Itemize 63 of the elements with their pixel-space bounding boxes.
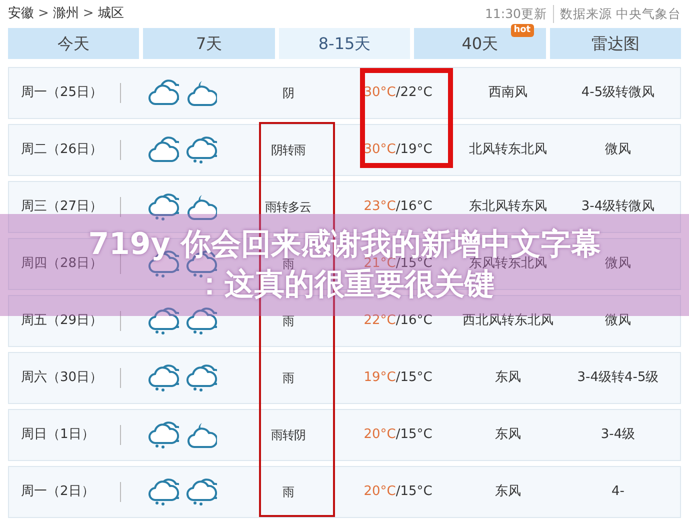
weather-condition: 阴转雨 <box>270 142 306 159</box>
update-time: 11:30更新 <box>484 4 548 23</box>
moon-cloud-icon <box>185 79 217 107</box>
clouds-icon <box>147 79 179 107</box>
rain-cloud-icon <box>185 478 217 506</box>
temperature: 30°C/19°C <box>362 141 434 160</box>
weather-condition: 阴 <box>281 85 295 102</box>
wind-level: 微风 <box>604 312 632 330</box>
wind-direction: 东风 <box>494 369 522 388</box>
hot-badge: hot <box>510 24 534 37</box>
clouds-icon <box>147 136 179 164</box>
wind-level: 3-4级转微风 <box>580 198 656 216</box>
temperature: 20°C/15°C <box>362 426 434 444</box>
wind-level: 微风 <box>604 255 632 274</box>
breadcrumb-link[interactable]: 安徽 <box>8 4 34 24</box>
day-label: 周五（29日） <box>9 311 121 331</box>
wind-direction: 东风 <box>494 483 522 502</box>
tab[interactable]: 8-15天 <box>278 28 410 59</box>
rain-cloud-icon <box>147 193 179 221</box>
wind-level: 4-5级转微风 <box>580 84 656 102</box>
wind-direction: 西北风转东北风 <box>462 312 554 330</box>
temperature: 20°C/15°C <box>362 483 434 502</box>
rain-cloud-icon <box>185 364 217 392</box>
breadcrumb-separator: > <box>38 5 49 24</box>
tab[interactable]: 7天 <box>143 28 275 59</box>
weather-condition: 雨 <box>281 484 295 501</box>
rain-cloud-icon <box>147 478 179 506</box>
rain-cloud-icon <box>147 421 179 449</box>
weather-condition: 雨 <box>281 370 295 387</box>
day-label: 周六（30日） <box>9 368 121 388</box>
tab[interactable]: 雷达图 <box>550 28 682 59</box>
breadcrumb-separator: > <box>82 5 94 24</box>
day-label: 周二（26日） <box>9 140 121 160</box>
data-source: 数据来源 中央气象台 <box>553 4 681 24</box>
day-label: 周四（28日） <box>9 254 121 274</box>
breadcrumb-link[interactable]: 城区 <box>98 4 124 24</box>
moon-cloud-icon <box>185 193 217 221</box>
temperature: 23°C/16°C <box>362 198 434 216</box>
day-label: 周一（2日） <box>9 482 121 502</box>
wind-direction: 北风转东北风 <box>468 141 548 160</box>
breadcrumb-link[interactable]: 滁州 <box>52 4 79 24</box>
temperature: 19°C/15°C <box>362 369 434 388</box>
weather-condition: 雨 <box>281 313 295 330</box>
rain-cloud-icon <box>185 136 217 164</box>
day-label: 周一（25日） <box>9 83 121 103</box>
wind-level: 微风 <box>604 141 632 160</box>
tab[interactable]: 今天 <box>8 28 140 59</box>
rain-cloud-icon <box>147 364 179 392</box>
weather-condition: 雨转多云 <box>264 199 312 216</box>
rain-cloud-icon <box>185 307 217 335</box>
day-label: 周三（27日） <box>9 197 121 217</box>
wind-level: 4- <box>610 483 626 502</box>
rain-cloud-icon <box>147 307 179 335</box>
day-label: 周日（1日） <box>9 425 121 445</box>
wind-direction: 东风 <box>494 426 522 444</box>
wind-direction: 东北风转东风 <box>468 198 548 216</box>
weather-condition: 雨转阴 <box>270 427 306 444</box>
moon-cloud-icon <box>185 421 217 449</box>
wind-direction: 西南风 <box>488 84 528 102</box>
wind-level: 3-4级转4-5级 <box>576 369 660 388</box>
temperature: 30°C/22°C <box>362 84 434 102</box>
temperature: 22°C/16°C <box>362 312 434 330</box>
wind-level: 3-4级 <box>600 426 636 444</box>
